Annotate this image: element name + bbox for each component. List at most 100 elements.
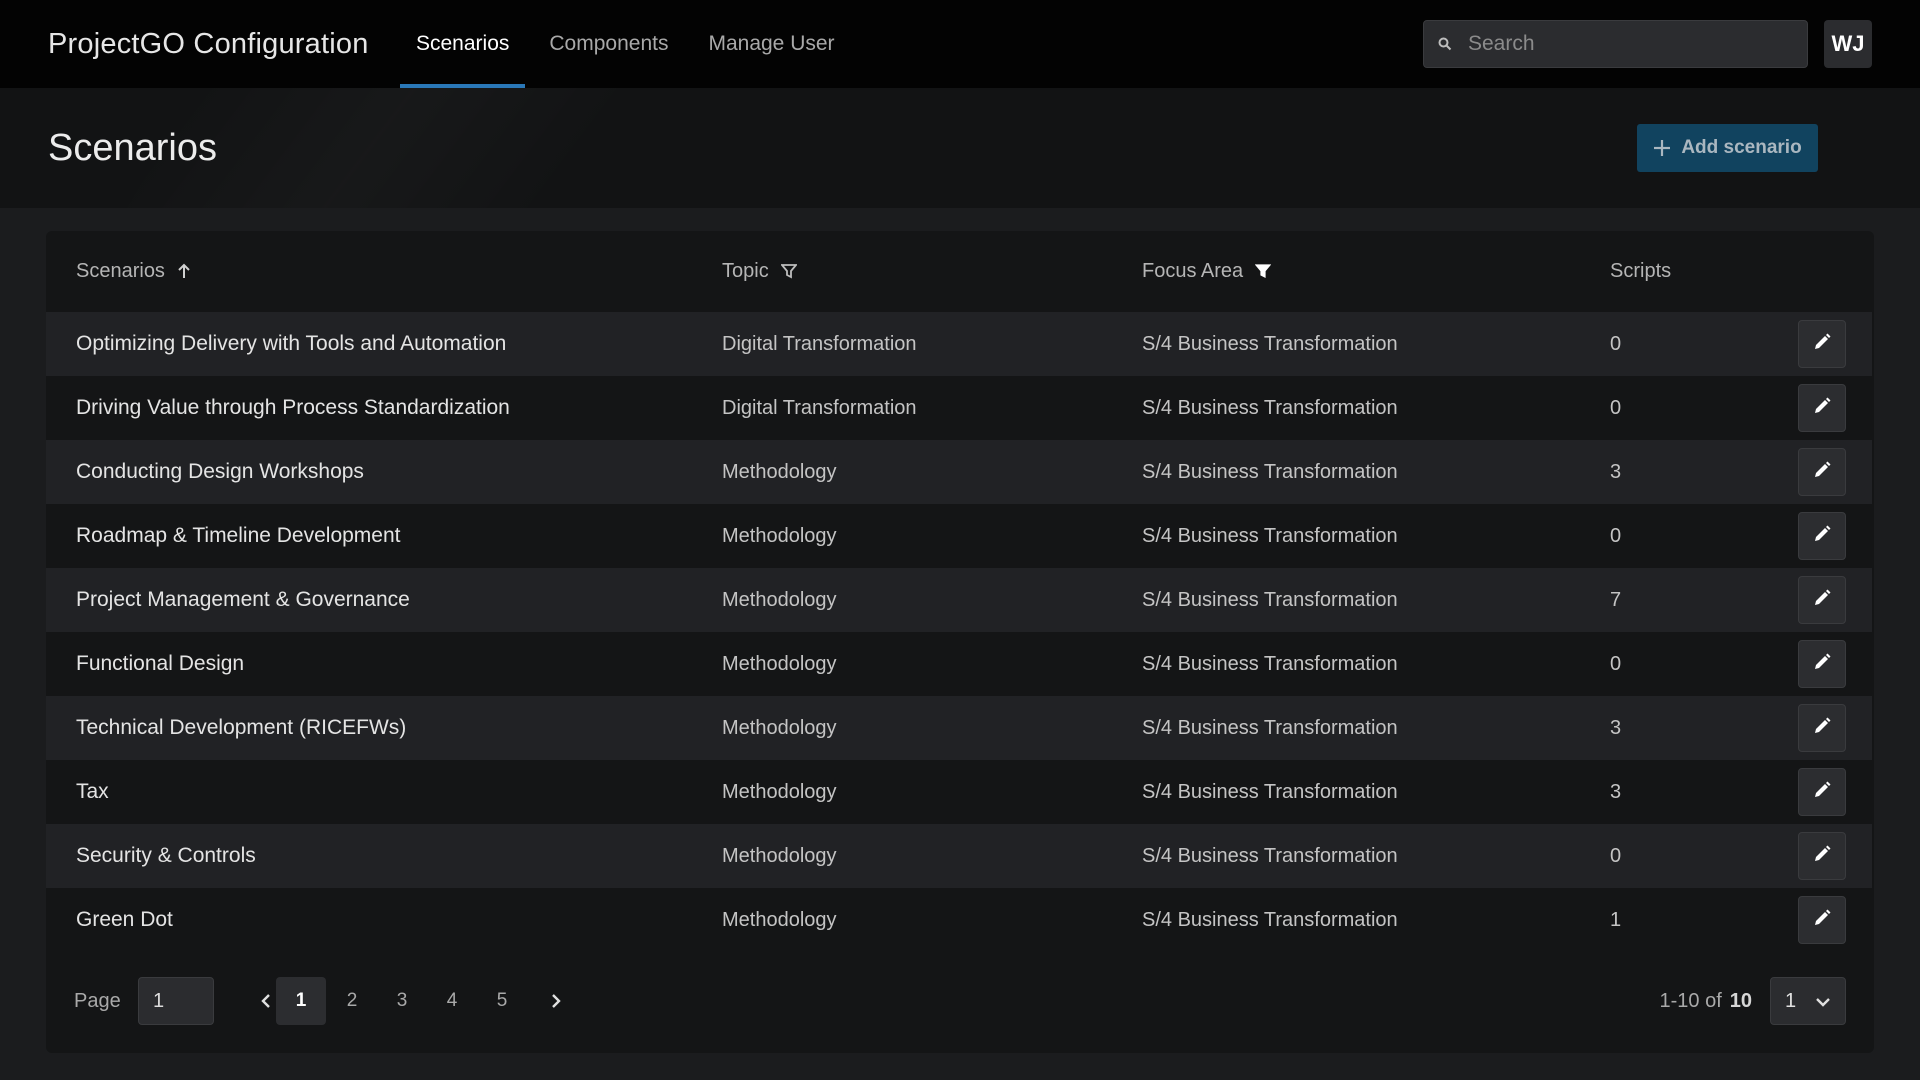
edit-scenario-button[interactable] bbox=[1798, 832, 1846, 880]
scenario-scripts: 0 bbox=[1610, 332, 1622, 355]
tab-scenarios[interactable]: Scenarios bbox=[400, 0, 526, 88]
page-button-4[interactable]: 4 bbox=[432, 977, 472, 1025]
scenario-name: Optimizing Delivery with Tools and Autom… bbox=[76, 332, 507, 355]
edit-scenario-button[interactable] bbox=[1798, 512, 1846, 560]
scenario-focus-area: S/4 Business Transformation bbox=[1142, 524, 1398, 547]
page-button-1[interactable]: 1 bbox=[276, 977, 326, 1025]
pencil-icon bbox=[1813, 589, 1831, 612]
column-label-topic: Topic bbox=[722, 259, 769, 282]
scenario-scripts: 3 bbox=[1610, 716, 1622, 739]
scenario-name: Functional Design bbox=[76, 652, 245, 675]
column-header-focus-area: Focus Area bbox=[1142, 231, 1272, 311]
range-text: 1-10 of bbox=[1659, 989, 1722, 1012]
scenario-name: Roadmap & Timeline Development bbox=[76, 524, 401, 547]
scenario-topic: Methodology bbox=[722, 780, 837, 803]
column-header-scripts: Scripts bbox=[1610, 231, 1671, 311]
scenario-focus-area: S/4 Business Transformation bbox=[1142, 908, 1398, 931]
table-row: Optimizing Delivery with Tools and Autom… bbox=[46, 312, 1872, 376]
edit-scenario-button[interactable] bbox=[1798, 704, 1846, 752]
scenario-topic: Digital Transformation bbox=[722, 396, 917, 419]
pencil-icon bbox=[1813, 781, 1831, 804]
scenario-scripts: 3 bbox=[1610, 780, 1622, 803]
scenario-name: Technical Development (RICEFWs) bbox=[76, 716, 407, 739]
table-row: Conducting Design Workshops Methodology S/… bbox=[46, 440, 1872, 504]
edit-scenario-button[interactable] bbox=[1798, 640, 1846, 688]
range-total: 10 bbox=[1729, 989, 1752, 1012]
table-body: Optimizing Delivery with Tools and Autom… bbox=[46, 312, 1872, 952]
scenario-scripts: 0 bbox=[1610, 652, 1622, 675]
table-row: Security & Controls Methodology S/4 Busine… bbox=[46, 824, 1872, 888]
pencil-icon bbox=[1813, 717, 1831, 740]
page-number-input[interactable] bbox=[138, 977, 214, 1025]
scenario-focus-area: S/4 Business Transformation bbox=[1142, 844, 1398, 867]
scenario-name: Green Dot bbox=[76, 908, 173, 931]
scenario-focus-area: S/4 Business Transformation bbox=[1142, 652, 1398, 675]
scenario-topic: Methodology bbox=[722, 716, 837, 739]
scenario-topic: Methodology bbox=[722, 524, 837, 547]
filter-icon[interactable] bbox=[1255, 263, 1272, 279]
pagination: Page 1 2 3 4 5 1-10 of 10 1 bbox=[46, 977, 1874, 1025]
search-input[interactable] bbox=[1468, 32, 1788, 56]
add-scenario-label: Add scenario bbox=[1681, 137, 1802, 158]
scenario-scripts: 1 bbox=[1610, 908, 1622, 931]
tab-components[interactable]: Components bbox=[533, 0, 684, 88]
pencil-icon bbox=[1813, 909, 1831, 932]
column-header-scenarios[interactable]: Scenarios bbox=[76, 231, 191, 311]
chevron-down-icon bbox=[1815, 990, 1831, 1013]
scenario-focus-area: S/4 Business Transformation bbox=[1142, 460, 1398, 483]
top-bar: ProjectGO Configuration Scenarios Compon… bbox=[0, 0, 1920, 88]
page-header: Scenarios Add scenario bbox=[0, 88, 1920, 208]
tab-manage-user[interactable]: Manage User bbox=[692, 0, 850, 88]
edit-scenario-button[interactable] bbox=[1798, 448, 1846, 496]
scenario-scripts: 3 bbox=[1610, 460, 1622, 483]
scenario-name: Security & Controls bbox=[76, 844, 256, 867]
scenario-name: Project Management & Governance bbox=[76, 588, 410, 611]
range-indicator: 1-10 of 10 bbox=[1659, 977, 1752, 1025]
pencil-icon bbox=[1813, 397, 1831, 420]
edit-scenario-button[interactable] bbox=[1798, 576, 1846, 624]
pencil-icon bbox=[1813, 333, 1831, 356]
scenario-topic: Methodology bbox=[722, 588, 837, 611]
table-row: Driving Value through Process Standardiz… bbox=[46, 376, 1872, 440]
page-button-2[interactable]: 2 bbox=[332, 977, 372, 1025]
table-row: Project Management & Governance Methodolo… bbox=[46, 568, 1872, 632]
scenario-scripts: 0 bbox=[1610, 524, 1622, 547]
table-row: Green Dot Methodology S/4 Business Transfo… bbox=[46, 888, 1872, 952]
arrow-up-icon[interactable] bbox=[177, 263, 191, 279]
user-avatar[interactable]: WJ bbox=[1824, 20, 1872, 68]
page-label: Page bbox=[74, 989, 121, 1012]
scenario-name: Conducting Design Workshops bbox=[76, 460, 364, 483]
per-page-select[interactable]: 1 bbox=[1770, 977, 1846, 1025]
filter-icon[interactable] bbox=[780, 263, 797, 279]
app-title: ProjectGO Configuration bbox=[48, 27, 369, 60]
scenario-focus-area: S/4 Business Transformation bbox=[1142, 332, 1398, 355]
chevron-right-icon[interactable] bbox=[536, 977, 576, 1025]
scenario-focus-area: S/4 Business Transformation bbox=[1142, 396, 1398, 419]
table-row: Functional Design Methodology S/4 Business… bbox=[46, 632, 1872, 696]
column-label-scenarios: Scenarios bbox=[76, 259, 165, 282]
pencil-icon bbox=[1813, 845, 1831, 868]
plus-icon bbox=[1653, 139, 1671, 157]
page-button-5[interactable]: 5 bbox=[482, 977, 522, 1025]
search-box[interactable] bbox=[1423, 20, 1808, 68]
scenario-focus-area: S/4 Business Transformation bbox=[1142, 588, 1398, 611]
scenarios-table-card: Scenarios Topic Focus Area Scripts Optim… bbox=[46, 231, 1874, 1053]
scenario-scripts: 7 bbox=[1610, 588, 1622, 611]
scenario-focus-area: S/4 Business Transformation bbox=[1142, 780, 1398, 803]
edit-scenario-button[interactable] bbox=[1798, 320, 1846, 368]
scenario-topic: Methodology bbox=[722, 844, 837, 867]
scenario-scripts: 0 bbox=[1610, 396, 1622, 419]
add-scenario-button[interactable]: Add scenario bbox=[1637, 124, 1818, 172]
page-title: Scenarios bbox=[48, 126, 217, 169]
column-label-focus-area: Focus Area bbox=[1142, 259, 1244, 282]
edit-scenario-button[interactable] bbox=[1798, 384, 1846, 432]
pencil-icon bbox=[1813, 525, 1831, 548]
edit-scenario-button[interactable] bbox=[1798, 896, 1846, 944]
scenario-name: Driving Value through Process Standardiz… bbox=[76, 396, 510, 419]
pencil-icon bbox=[1813, 461, 1831, 484]
edit-scenario-button[interactable] bbox=[1798, 768, 1846, 816]
column-label-scripts: Scripts bbox=[1610, 259, 1672, 282]
scenario-topic: Digital Transformation bbox=[722, 332, 917, 355]
per-page-value: 1 bbox=[1785, 989, 1797, 1012]
page-button-3[interactable]: 3 bbox=[382, 977, 422, 1025]
